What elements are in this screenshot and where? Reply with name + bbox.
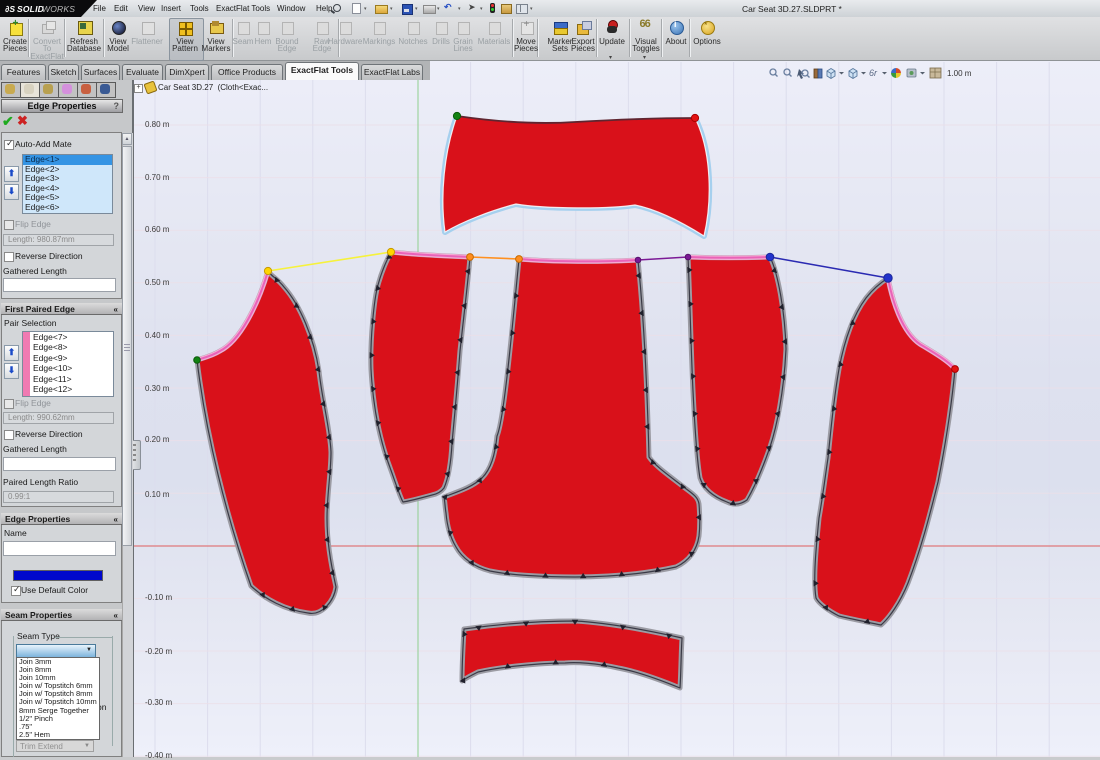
svg-text:1.00 m: 1.00 m	[947, 69, 972, 78]
svg-text:6r: 6r	[869, 68, 878, 78]
